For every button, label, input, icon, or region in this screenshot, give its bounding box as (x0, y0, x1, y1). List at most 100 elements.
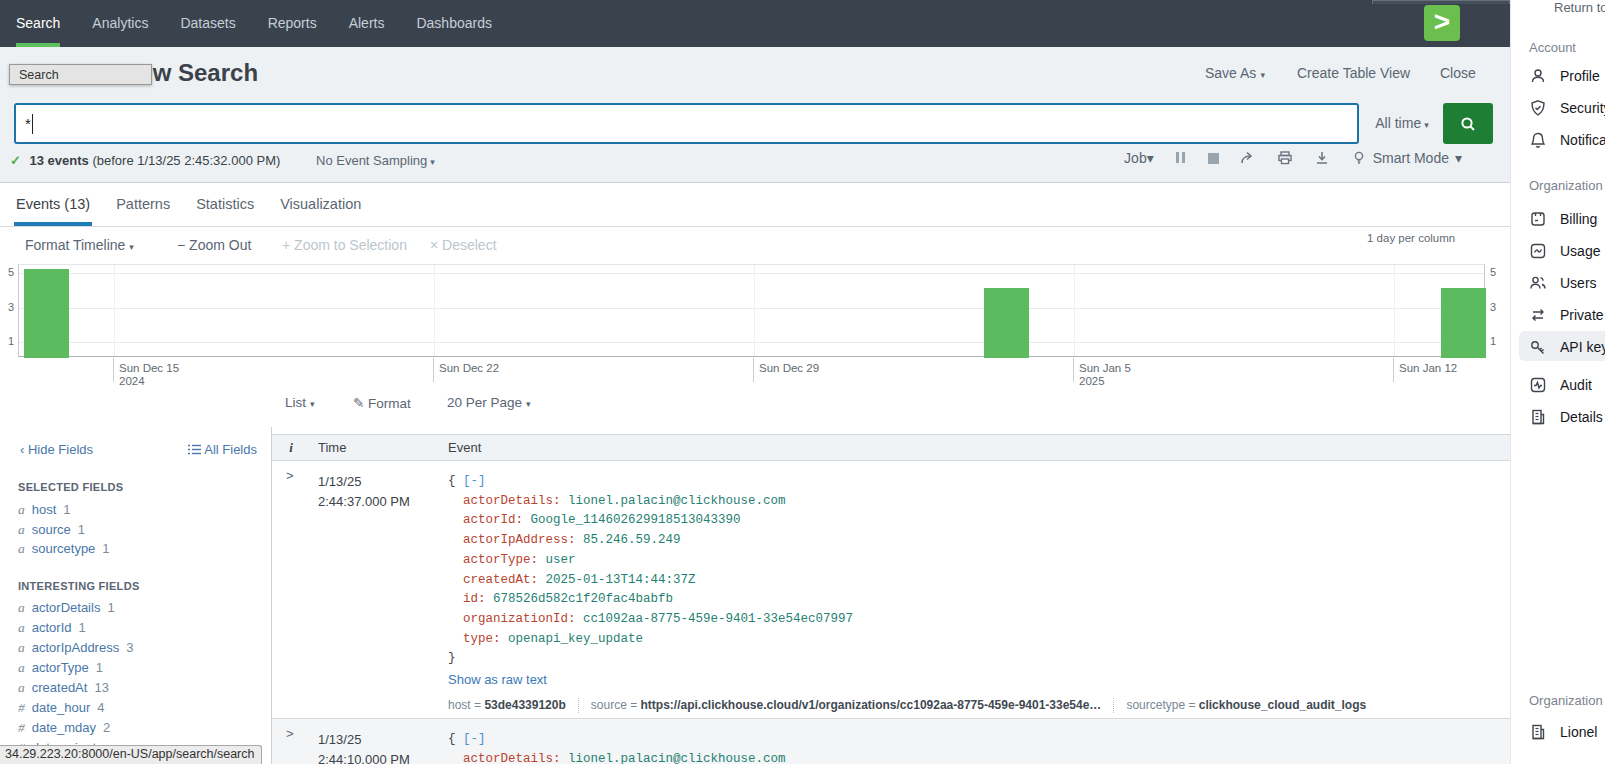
menu-item-audit[interactable]: Audit (1529, 376, 1592, 394)
collapse-row-icon[interactable]: > (286, 468, 294, 483)
cloud-settings-panel: Return to Account Profile Security Notif… (1510, 0, 1605, 764)
event-json: { [-] actorDetails: lionel.palacin@click… (448, 472, 853, 669)
nav-item-datasets[interactable]: Datasets (164, 0, 251, 47)
y-axis-label: 5 (2, 266, 14, 278)
check-icon: ✓ (10, 153, 21, 168)
field-item[interactable]: acreatedAt13 (18, 678, 133, 698)
create-table-view-button[interactable]: Create Table View (1297, 65, 1410, 81)
x-axis-label: Sun Dec 15 2024 (119, 362, 179, 388)
menu-item-usage[interactable]: Usage (1529, 242, 1600, 260)
field-item[interactable]: asource1 (18, 520, 110, 540)
search-input[interactable]: * (14, 103, 1359, 144)
collapse-json-toggle[interactable]: [-] (463, 732, 486, 746)
results-controls: List▾ ✎ Format 20 Per Page▾ (0, 390, 1510, 420)
search-mode-dropdown[interactable]: Smart Mode▾ (1351, 150, 1462, 166)
timeline-bar[interactable] (984, 288, 1029, 358)
field-item[interactable]: ahost1 (18, 500, 110, 520)
field-item[interactable]: aactorDetails1 (18, 598, 133, 618)
tab-patterns[interactable]: Patterns (116, 183, 170, 226)
column-time: Time (310, 435, 445, 460)
caret-down-icon: ▾ (1424, 120, 1429, 130)
all-fields-link[interactable]: All Fields (188, 442, 257, 457)
field-item[interactable]: aactorIpAddress3 (18, 638, 133, 658)
timeline-scale-note: 1 day per column (1367, 232, 1455, 244)
close-button[interactable]: Close (1440, 65, 1476, 81)
show-raw-text-link[interactable]: Show as raw text (448, 672, 547, 687)
chevron-left-icon: ‹ (20, 442, 24, 457)
nav-item-alerts[interactable]: Alerts (333, 0, 401, 47)
window-edge-artifact (1372, 0, 1510, 4)
tab-statistics[interactable]: Statistics (196, 183, 254, 226)
event-time: 1/13/25 2:44:10.000 PM (318, 730, 410, 764)
download-icon[interactable] (1314, 150, 1330, 166)
nav-item-search[interactable]: Search (0, 0, 76, 47)
list-view-dropdown[interactable]: List▾ (285, 395, 315, 410)
per-page-dropdown[interactable]: 20 Per Page▾ (447, 395, 531, 410)
menu-item-private[interactable]: Private (1529, 306, 1604, 324)
y-axis-label: 3 (1490, 301, 1502, 313)
field-item[interactable]: #date_hour4 (18, 698, 133, 718)
pause-icon[interactable] (1175, 150, 1187, 166)
interesting-fields-header: INTERESTING FIELDS (18, 580, 140, 592)
x-axis-label: Sun Jan 12 (1399, 362, 1457, 375)
menu-item-security[interactable]: Security (1529, 99, 1605, 117)
collapse-json-toggle[interactable]: [-] (463, 474, 486, 488)
user-icon (1529, 67, 1547, 85)
splunk-logo-icon[interactable]: > (1424, 5, 1460, 41)
nav-item-analytics[interactable]: Analytics (76, 0, 164, 47)
save-as-button[interactable]: Save As▾ (1205, 65, 1265, 81)
usage-chart-icon (1529, 242, 1547, 260)
shield-check-icon (1529, 99, 1547, 117)
menu-item-profile[interactable]: Profile (1529, 67, 1600, 85)
field-item[interactable]: aactorId1 (18, 618, 133, 638)
menu-item-billing[interactable]: Billing (1529, 210, 1597, 228)
event-count-time: (before 1/13/25 2:45:32.000 PM) (92, 153, 280, 168)
selected-fields-list: ahost1 asource1 asourcetype1 (18, 500, 110, 559)
search-button[interactable] (1443, 103, 1493, 144)
print-icon[interactable] (1277, 150, 1293, 166)
job-status-bar: ✓ 13 events (before 1/13/25 2:45:32.000 … (0, 150, 1510, 180)
events-table: i Time Event > 1/13/25 2:44:37.000 PM { … (272, 427, 1510, 764)
nav-item-dashboards[interactable]: Dashboards (400, 0, 508, 47)
share-icon[interactable] (1240, 150, 1256, 166)
y-axis-label: 3 (2, 301, 14, 313)
caret-down-icon: ▾ (526, 399, 531, 409)
field-item[interactable]: asourcetype1 (18, 539, 110, 559)
results-tabs: Events (13) Patterns Statistics Visualiz… (0, 183, 1510, 227)
timeline-bar[interactable] (1441, 288, 1486, 358)
menu-item-details[interactable]: Details (1529, 408, 1603, 426)
nav-item-reports[interactable]: Reports (252, 0, 333, 47)
meta-sourcetype[interactable]: clickhouse_cloud_audit_logs (1199, 698, 1366, 712)
collapse-row-icon[interactable]: > (286, 726, 294, 741)
audit-icon (1529, 376, 1547, 394)
menu-item-organization[interactable]: Lionel (1529, 723, 1597, 741)
format-button[interactable]: ✎ Format (353, 395, 411, 411)
hide-fields-link[interactable]: ‹ Hide Fields (20, 442, 93, 457)
return-link[interactable]: Return to (1554, 0, 1605, 15)
meta-source[interactable]: https://api.clickhouse.cloud/v1/organiza… (640, 698, 1101, 712)
chart-plot-area[interactable] (18, 264, 1485, 357)
tab-visualization[interactable]: Visualization (280, 183, 361, 226)
timeline-bar[interactable] (24, 269, 69, 358)
format-timeline-dropdown[interactable]: Format Timeline▾ (25, 237, 134, 253)
menu-item-users[interactable]: Users (1529, 274, 1597, 292)
x-axis: Sun Dec 15 2024 Sun Dec 22 Sun Dec 29 Su… (0, 358, 1510, 384)
caret-down-icon: ▾ (129, 242, 134, 252)
fields-sidebar: ‹ Hide Fields All Fields SELECTED FIELDS… (0, 427, 272, 764)
menu-item-api-keys[interactable]: API keys (1529, 338, 1605, 356)
menu-item-notifications[interactable]: Notifications (1529, 131, 1605, 149)
field-item[interactable]: #date_mday2 (18, 718, 133, 738)
time-range-picker[interactable]: All time▾ (1363, 103, 1441, 144)
stop-icon[interactable] (1208, 153, 1219, 164)
billing-icon (1529, 210, 1547, 228)
meta-host[interactable]: 53de4339120b (484, 698, 565, 712)
caret-down-icon: ▾ (310, 399, 315, 409)
job-menu[interactable]: Job▾ (1124, 150, 1154, 166)
selected-fields-header: SELECTED FIELDS (18, 481, 123, 493)
lightbulb-icon (1351, 150, 1367, 166)
field-item[interactable]: aactorType1 (18, 658, 133, 678)
zoom-out-button[interactable]: − Zoom Out (177, 237, 251, 253)
tab-events[interactable]: Events (13) (16, 183, 90, 226)
event-sampling-dropdown[interactable]: No Event Sampling▾ (316, 153, 435, 168)
building-icon (1529, 723, 1547, 741)
